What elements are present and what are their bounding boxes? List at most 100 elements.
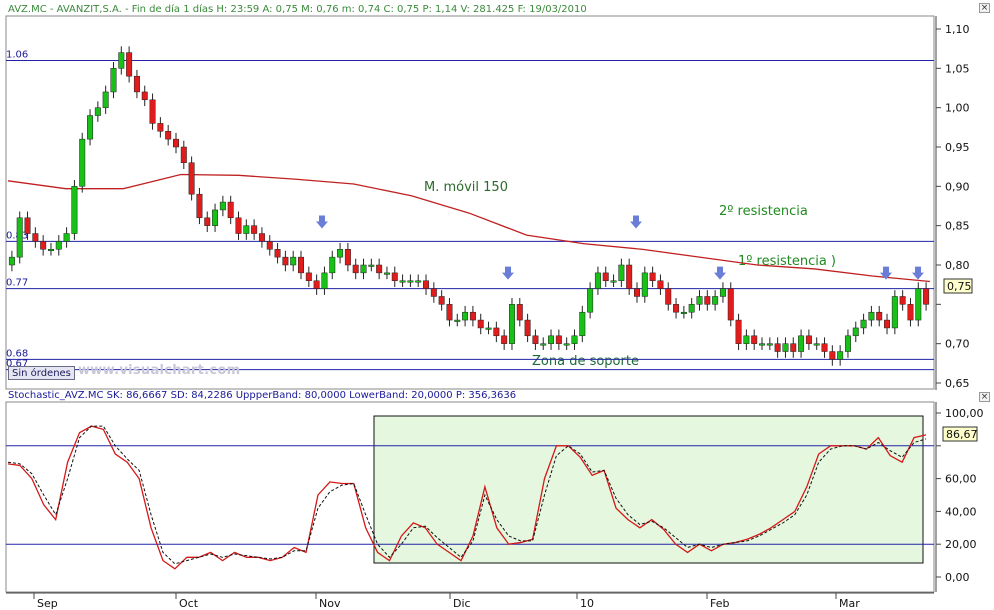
close-icon[interactable]: × (979, 392, 990, 402)
candle-body (923, 288, 930, 305)
candle-body (430, 288, 437, 297)
candle-body (641, 272, 648, 297)
candle-body (469, 311, 476, 321)
x-tick-label: Feb (710, 597, 729, 610)
candle-body (782, 343, 789, 352)
candle-body (454, 319, 461, 322)
candle-body (227, 201, 234, 219)
candle-body (696, 296, 703, 305)
candle-body (610, 280, 617, 283)
price-tick-label: 1,10 (945, 23, 970, 36)
candle-body (274, 249, 281, 258)
candle-body (837, 351, 844, 360)
orders-button[interactable]: Sin órdenes (8, 366, 75, 380)
candle-body (727, 288, 734, 321)
candle-body (719, 288, 726, 297)
chart-canvas[interactable]: AVZ.MC - AVANZIT,S.A. - Fin de día 1 día… (0, 0, 994, 610)
x-tick-label: Oct (179, 597, 199, 610)
candle-body (485, 327, 492, 330)
candle-body (305, 272, 312, 281)
candle-body (399, 280, 406, 283)
candle-body (438, 296, 445, 305)
candle-body (649, 272, 656, 281)
candle-body (407, 280, 414, 283)
x-tick-label: Dic (453, 597, 471, 610)
candle-body (524, 319, 531, 337)
candle-body (376, 264, 383, 274)
candle-body (383, 272, 390, 275)
candle-body (618, 264, 625, 281)
candle-body (821, 343, 828, 352)
last-stoch-label: 86,67 (946, 428, 978, 441)
candle-body (344, 249, 351, 266)
x-tick-label: Nov (319, 597, 341, 610)
candle-body (579, 311, 586, 337)
candle-body (173, 138, 179, 148)
moving-average-label: M. móvil 150 (424, 180, 508, 195)
candle-body (321, 272, 328, 289)
candle-body (110, 68, 117, 93)
candle-body (329, 256, 336, 274)
candle-body (251, 225, 258, 234)
candle-body (258, 233, 265, 242)
candle-body (813, 343, 820, 346)
candle-body (626, 264, 633, 289)
candle-body (657, 280, 664, 289)
stoch-info-header: Stochastic_AVZ.MC SK: 86,6667 SD: 84,228… (8, 390, 516, 401)
candle-body (126, 52, 133, 77)
candle-body (188, 162, 195, 195)
candle-body (852, 327, 859, 337)
candle-body (298, 256, 304, 274)
candle-body (571, 335, 578, 344)
candle-body (391, 272, 398, 281)
candle-body (735, 319, 742, 344)
candle-body (766, 343, 773, 346)
support-zone-label: Zona de soporte (532, 354, 639, 369)
candle-body (282, 256, 289, 266)
candle-body (102, 91, 109, 108)
x-tick-label: Mar (839, 597, 860, 610)
candle-body (634, 288, 640, 297)
candle-body (219, 201, 226, 211)
candle-body (87, 115, 94, 140)
candle-body (805, 335, 812, 344)
price-tick-label: 1,05 (945, 62, 970, 75)
candle-body (462, 311, 469, 321)
candle-body (243, 225, 250, 234)
price-tick-label: 0,90 (945, 180, 970, 193)
candle-body (798, 335, 805, 352)
candle-body (415, 280, 422, 283)
candle-body (94, 107, 101, 116)
candle-body (290, 256, 297, 266)
price-tick-label: 0,70 (945, 338, 970, 351)
candle-body (71, 186, 78, 234)
candle-body (55, 241, 62, 250)
candle-body (477, 319, 484, 329)
candle-body (32, 233, 39, 242)
candle-body (532, 335, 539, 344)
candle-body (204, 217, 211, 226)
candle-body (133, 75, 140, 93)
candle-body (63, 233, 70, 242)
candle-body (40, 241, 47, 250)
price-tick-label: 0,65 (945, 377, 970, 390)
candle-body (673, 304, 680, 313)
candle-body (493, 327, 500, 337)
candle-body (844, 335, 851, 352)
candle-body (360, 264, 367, 274)
watermark-text: www.visualchart.com (78, 363, 241, 378)
candle-body (501, 335, 508, 344)
candle-body (79, 138, 86, 187)
candle-body (712, 296, 719, 305)
candle-body (743, 335, 750, 344)
stoch-highlight-zone (373, 415, 924, 564)
stoch-tick-label: 100,00 (945, 407, 984, 420)
candle-body (212, 209, 219, 226)
candle-body (118, 52, 125, 69)
candle-body (751, 335, 758, 344)
close-icon[interactable]: × (979, 3, 990, 13)
level-label: 1.06 (6, 49, 28, 60)
candle-body (555, 335, 562, 344)
candle-body (665, 288, 672, 305)
candle-body (313, 280, 320, 289)
